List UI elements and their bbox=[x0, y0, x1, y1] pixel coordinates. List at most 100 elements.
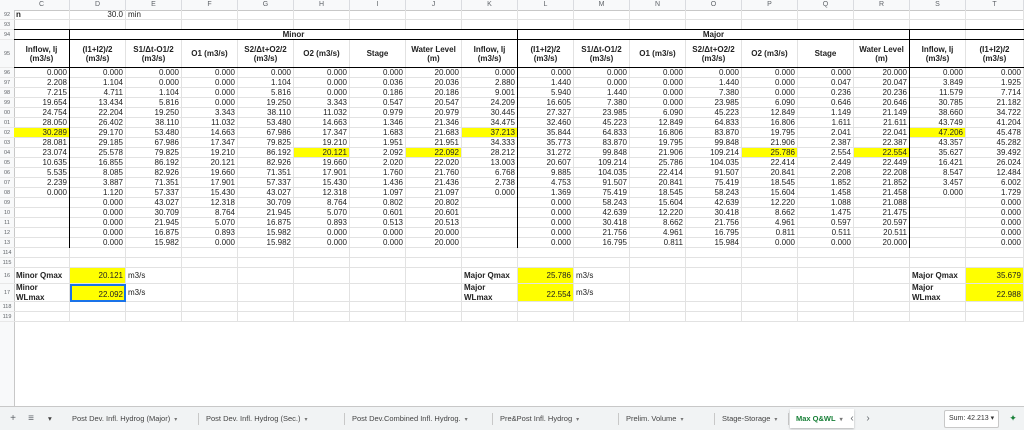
data-cell[interactable]: 45.282 bbox=[966, 138, 1024, 148]
empty-cell[interactable] bbox=[462, 302, 518, 312]
data-cell[interactable]: 1.088 bbox=[798, 198, 854, 208]
chevron-down-icon[interactable]: ▾ bbox=[576, 417, 579, 423]
hidden-tab-caret[interactable]: ▾ bbox=[48, 409, 60, 428]
empty-cell[interactable] bbox=[182, 10, 238, 20]
data-cell[interactable]: 7.380 bbox=[686, 88, 742, 98]
column-letter-t[interactable]: T bbox=[966, 0, 1024, 10]
data-cell[interactable]: 21.756 bbox=[574, 228, 630, 238]
empty-cell[interactable] bbox=[910, 312, 966, 322]
data-cell[interactable]: 0.511 bbox=[798, 228, 854, 238]
data-cell[interactable]: 0.811 bbox=[742, 228, 798, 238]
empty-cell[interactable] bbox=[630, 248, 686, 258]
empty-cell[interactable] bbox=[630, 312, 686, 322]
data-cell[interactable]: 91.507 bbox=[686, 168, 742, 178]
column-letter-q[interactable]: Q bbox=[798, 0, 854, 10]
data-cell[interactable]: 20.000 bbox=[406, 228, 462, 238]
data-cell[interactable]: 21.945 bbox=[126, 218, 182, 228]
empty-cell[interactable] bbox=[798, 312, 854, 322]
data-cell[interactable]: 0.000 bbox=[910, 68, 966, 78]
data-cell[interactable]: 6.002 bbox=[966, 178, 1024, 188]
data-cell[interactable]: 53.480 bbox=[126, 128, 182, 138]
empty-cell[interactable] bbox=[462, 248, 518, 258]
data-cell[interactable]: 3.343 bbox=[294, 98, 350, 108]
data-cell[interactable]: 24.209 bbox=[462, 98, 518, 108]
data-cell[interactable]: 12.220 bbox=[630, 208, 686, 218]
data-cell[interactable]: 4.961 bbox=[742, 218, 798, 228]
data-cell[interactable]: 16.875 bbox=[126, 228, 182, 238]
data-cell[interactable]: 15.430 bbox=[294, 178, 350, 188]
data-cell[interactable]: 21.088 bbox=[854, 198, 910, 208]
data-cell[interactable]: 1.925 bbox=[966, 78, 1024, 88]
minor-wlmax-value[interactable]: 22.092 bbox=[70, 284, 126, 302]
column-letter-o[interactable]: O bbox=[686, 0, 742, 10]
empty-cell[interactable] bbox=[742, 284, 798, 302]
data-cell[interactable]: 0.802 bbox=[350, 198, 406, 208]
data-cell[interactable]: 104.035 bbox=[686, 158, 742, 168]
column-letter-m[interactable]: M bbox=[574, 0, 630, 10]
data-cell[interactable]: 15.604 bbox=[742, 188, 798, 198]
data-cell[interactable] bbox=[462, 228, 518, 238]
data-cell[interactable]: 27.327 bbox=[518, 108, 574, 118]
empty-cell[interactable] bbox=[798, 10, 854, 20]
empty-cell[interactable] bbox=[238, 258, 294, 268]
row-number[interactable]: 17 bbox=[0, 284, 14, 302]
data-cell[interactable]: 26.024 bbox=[966, 158, 1024, 168]
data-cell[interactable]: 1.458 bbox=[798, 188, 854, 198]
data-cell[interactable]: 75.419 bbox=[686, 178, 742, 188]
data-cell[interactable]: 12.318 bbox=[294, 188, 350, 198]
data-cell[interactable]: 1.852 bbox=[798, 178, 854, 188]
row-number[interactable]: 09 bbox=[0, 198, 14, 208]
column-letter-e[interactable]: E bbox=[126, 0, 182, 10]
data-cell[interactable]: 3.343 bbox=[182, 108, 238, 118]
data-cell[interactable]: 23.074 bbox=[14, 148, 70, 158]
empty-cell[interactable] bbox=[574, 312, 630, 322]
data-cell[interactable]: 21.346 bbox=[406, 118, 462, 128]
data-cell[interactable]: 1.104 bbox=[126, 88, 182, 98]
data-cell[interactable]: 21.945 bbox=[238, 208, 294, 218]
data-cell[interactable]: 0.000 bbox=[518, 228, 574, 238]
data-cell[interactable]: 86.192 bbox=[126, 158, 182, 168]
data-cell[interactable]: 1.729 bbox=[966, 188, 1024, 198]
row-number[interactable]: 05 bbox=[0, 158, 14, 168]
data-cell[interactable]: 29.185 bbox=[70, 138, 126, 148]
column-header[interactable]: S2/Δt+O2/2 (m3/s) bbox=[686, 40, 742, 68]
sheet-tab[interactable]: Stage-Storage ▾ bbox=[716, 409, 786, 428]
data-cell[interactable]: 2.020 bbox=[350, 158, 406, 168]
data-cell[interactable]: 0.036 bbox=[350, 78, 406, 88]
row-number[interactable]: 114 bbox=[0, 248, 14, 258]
data-cell[interactable]: 21.475 bbox=[854, 208, 910, 218]
row-number[interactable]: 13 bbox=[0, 238, 14, 248]
data-cell[interactable]: 16.795 bbox=[574, 238, 630, 248]
data-cell[interactable]: 4.711 bbox=[70, 88, 126, 98]
data-cell[interactable]: 21.436 bbox=[406, 178, 462, 188]
data-cell[interactable]: 0.000 bbox=[630, 78, 686, 88]
data-cell[interactable]: 20.000 bbox=[406, 68, 462, 78]
empty-cell[interactable] bbox=[854, 10, 910, 20]
data-cell[interactable]: 0.000 bbox=[182, 238, 238, 248]
empty-cell[interactable] bbox=[14, 302, 70, 312]
empty-cell[interactable] bbox=[518, 258, 574, 268]
empty-cell[interactable] bbox=[238, 284, 294, 302]
scroll-tabs-left-icon[interactable]: ‹ bbox=[846, 412, 858, 426]
data-cell[interactable]: 57.337 bbox=[238, 178, 294, 188]
data-cell[interactable]: 0.000 bbox=[966, 218, 1024, 228]
row-number[interactable]: 119 bbox=[0, 312, 14, 322]
row-number[interactable]: 16 bbox=[0, 268, 14, 284]
empty-cell[interactable] bbox=[350, 268, 406, 284]
empty-cell[interactable] bbox=[574, 302, 630, 312]
data-cell[interactable]: 0.000 bbox=[742, 88, 798, 98]
empty-cell[interactable] bbox=[910, 10, 966, 20]
data-cell[interactable]: 19.250 bbox=[126, 108, 182, 118]
data-cell[interactable]: 22.414 bbox=[742, 158, 798, 168]
data-cell[interactable]: 0.000 bbox=[70, 218, 126, 228]
data-cell[interactable]: 75.419 bbox=[574, 188, 630, 198]
column-letter-h[interactable]: H bbox=[294, 0, 350, 10]
empty-cell[interactable] bbox=[854, 302, 910, 312]
data-cell[interactable] bbox=[14, 238, 70, 248]
empty-cell[interactable] bbox=[742, 302, 798, 312]
empty-cell[interactable] bbox=[630, 10, 686, 20]
major-qmax-unit[interactable]: m3/s bbox=[574, 268, 630, 284]
empty-cell[interactable] bbox=[518, 302, 574, 312]
data-cell[interactable]: 20.511 bbox=[854, 228, 910, 238]
data-cell[interactable]: 0.000 bbox=[182, 88, 238, 98]
